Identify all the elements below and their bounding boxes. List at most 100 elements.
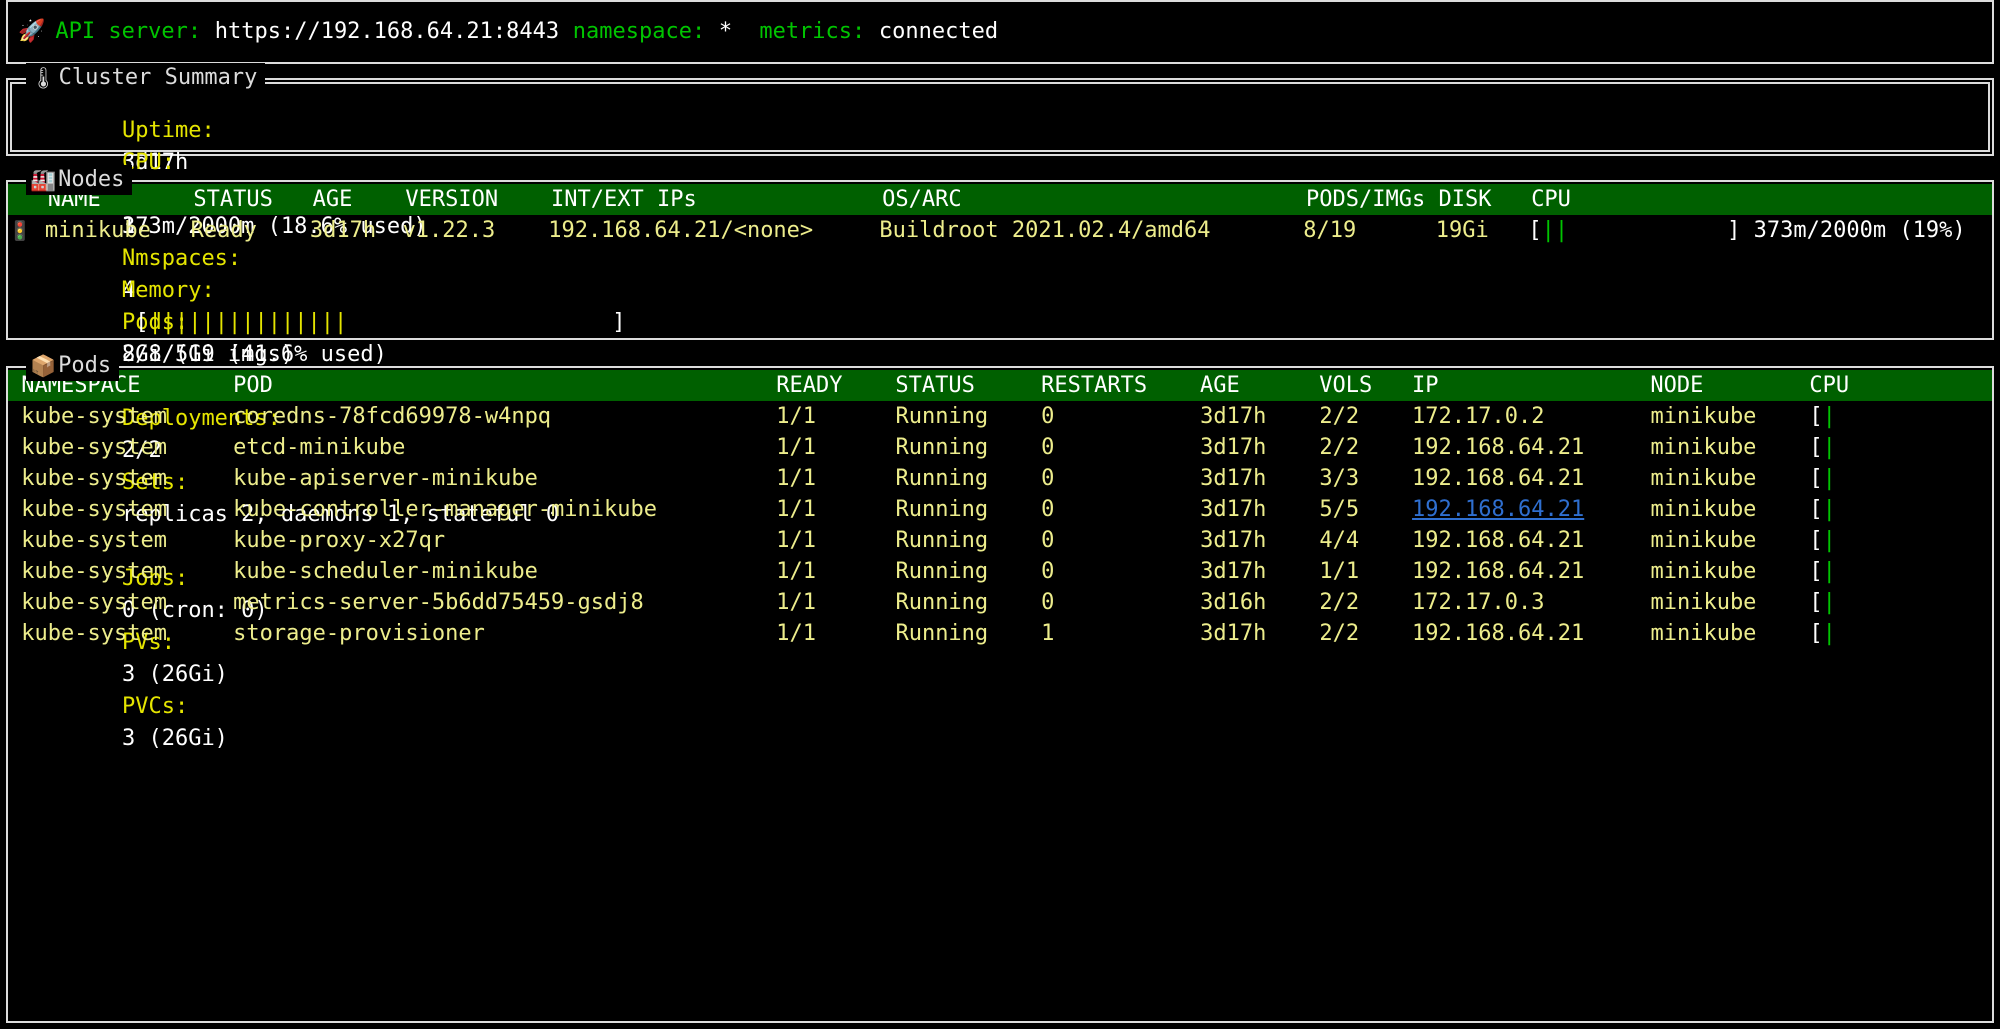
pod-namespace: kube-system	[21, 466, 233, 491]
node-age: 3d17h	[310, 218, 403, 243]
pod-name: kube-proxy-x27qr	[233, 528, 776, 553]
nodes-table-body: 🚦 minikube Ready 3d17h v1.22.3 192.168.6…	[8, 215, 1992, 246]
pod-row[interactable]: kube-system etcd-minikube 1/1 Running 0 …	[8, 432, 1992, 463]
uptime-label: Uptime:	[122, 118, 215, 143]
pod-restarts: 0	[1041, 404, 1200, 429]
pod-row[interactable]: kube-system coredns-78fcd69978-w4npq 1/1…	[8, 401, 1992, 432]
pod-restarts: 0	[1041, 528, 1200, 553]
pod-name: kube-controller-manager-minikube	[233, 497, 776, 522]
pod-vols: 2/2	[1319, 404, 1412, 429]
pod-row[interactable]: kube-system kube-proxy-x27qr 1/1 Running…	[8, 525, 1992, 556]
pod-ready: 1/1	[776, 590, 895, 615]
cluster-summary-line-2: CPU: [||||||||| ] 373m/2000m (18.6% used…	[16, 115, 1984, 147]
pod-name: coredns-78fcd69978-w4npq	[233, 404, 776, 429]
pod-name: metrics-server-5b6dd75459-gsdj8	[233, 590, 776, 615]
pod-status: Running	[895, 497, 1041, 522]
status-bar: 🚀 API server: https://192.168.64.21:8443…	[6, 0, 1994, 64]
pod-ip[interactable]: 192.168.64.21	[1412, 621, 1584, 646]
metrics-label: metrics:	[759, 16, 865, 48]
pod-ip[interactable]: 192.168.64.21	[1412, 497, 1584, 522]
pod-ip[interactable]: 192.168.64.21	[1412, 559, 1584, 584]
pod-namespace: kube-system	[21, 435, 233, 460]
pod-cpu-gauge: [| ] 4m 0.2%	[1809, 404, 1992, 429]
node-row[interactable]: 🚦 minikube Ready 3d17h v1.22.3 192.168.6…	[8, 215, 1992, 246]
node-ips: 192.168.64.21/<none>	[548, 218, 879, 243]
pod-cpu-gauge: [| ] 14m 0.7%	[1809, 590, 1992, 615]
pod-namespace: kube-system	[21, 497, 233, 522]
pod-cpu-gauge: [| ] 9m 0.4%	[1809, 559, 1992, 584]
cluster-summary-body: Uptime: 3d17h Nodes: 1 Nmspaces: 4 Pods:…	[8, 80, 1992, 147]
pod-age: 3d16h	[1200, 590, 1319, 615]
pod-vols: 1/1	[1319, 559, 1412, 584]
pod-status: Running	[895, 559, 1041, 584]
pod-namespace: kube-system	[21, 559, 233, 584]
pod-status: Running	[895, 404, 1041, 429]
pod-vols: 4/4	[1319, 528, 1412, 553]
pod-ip[interactable]: 172.17.0.2	[1412, 404, 1544, 429]
pod-cpu-gauge: [| ] 40m 2.0%	[1809, 435, 1992, 460]
api-server-value[interactable]: https://192.168.64.21:8443	[215, 16, 559, 48]
pod-status: Running	[895, 621, 1041, 646]
pods-panel: 📦 Pods NAMESPACE POD READY STATUS RESTAR…	[6, 366, 1994, 1023]
pod-name: kube-scheduler-minikube	[233, 559, 776, 584]
pods-title-text: Pods	[58, 351, 111, 381]
node-status: Ready	[191, 218, 310, 243]
pod-row[interactable]: kube-system kube-scheduler-minikube 1/1 …	[8, 556, 1992, 587]
pod-name: etcd-minikube	[233, 435, 776, 460]
pod-ready: 1/1	[776, 497, 895, 522]
namespace-value[interactable]: *	[719, 16, 732, 48]
pod-ready: 1/1	[776, 621, 895, 646]
pod-row[interactable]: kube-system kube-controller-manager-mini…	[8, 494, 1992, 525]
pod-ready: 1/1	[776, 559, 895, 584]
node-pods-imgs: 8/19	[1303, 218, 1435, 243]
pod-restarts: 0	[1041, 590, 1200, 615]
pod-restarts: 0	[1041, 466, 1200, 491]
nodes-table-header: NAME STATUS AGE VERSION INT/EXT IPs OS/A…	[8, 184, 1992, 215]
pod-restarts: 1	[1041, 621, 1200, 646]
pod-row[interactable]: kube-system storage-provisioner 1/1 Runn…	[8, 618, 1992, 649]
pod-age: 3d17h	[1200, 435, 1319, 460]
pod-vols: 2/2	[1319, 590, 1412, 615]
pod-node: minikube	[1650, 466, 1809, 491]
pod-row[interactable]: kube-system metrics-server-5b6dd75459-gs…	[8, 587, 1992, 618]
pod-node: minikube	[1650, 559, 1809, 584]
pod-status: Running	[895, 435, 1041, 460]
nodes-title: 🏭 Nodes	[26, 165, 132, 195]
api-server-label: API server:	[55, 16, 201, 48]
pod-node: minikube	[1650, 528, 1809, 553]
pod-restarts: 0	[1041, 497, 1200, 522]
pod-age: 3d17h	[1200, 528, 1319, 553]
pods-table-body: kube-system coredns-78fcd69978-w4npq 1/1…	[8, 401, 1992, 649]
pod-ip[interactable]: 192.168.64.21	[1412, 528, 1584, 553]
pod-row[interactable]: kube-system kube-apiserver-minikube 1/1 …	[8, 463, 1992, 494]
pod-node: minikube	[1650, 497, 1809, 522]
pod-cpu-gauge: [| ] 50m 2.5%	[1809, 497, 1992, 522]
pod-cpu-gauge: [| ] 5m 0.2%	[1809, 621, 1992, 646]
factory-icon: 🏭	[30, 170, 56, 191]
memory-usage-value: 2Gi/5Gi (41.6% used)	[122, 342, 387, 367]
node-cpu-value: 373m/2000m (19%)	[1754, 218, 1992, 243]
pod-ip[interactable]: 192.168.64.21	[1412, 435, 1584, 460]
package-icon: 📦	[30, 356, 56, 377]
pod-vols: 2/2	[1319, 435, 1412, 460]
cluster-summary-panel: 🌡 Cluster Summary Uptime: 3d17h Nodes: 1…	[6, 78, 1994, 156]
pod-restarts: 0	[1041, 435, 1200, 460]
pod-node: minikube	[1650, 621, 1809, 646]
cluster-summary-title: 🌡 Cluster Summary	[26, 63, 265, 93]
pod-namespace: kube-system	[21, 621, 233, 646]
pod-vols: 2/2	[1319, 621, 1412, 646]
node-cpu-gauge: [|| ] 373m/2000m (19%)	[1528, 218, 1992, 243]
pods-table-header: NAMESPACE POD READY STATUS RESTARTS AGE …	[8, 370, 1992, 401]
pod-ready: 1/1	[776, 466, 895, 491]
pod-age: 3d17h	[1200, 404, 1319, 429]
node-name: minikube	[45, 218, 191, 243]
pod-namespace: kube-system	[21, 528, 233, 553]
k9s-terminal-screen: 🚀 API server: https://192.168.64.21:8443…	[0, 0, 2000, 1029]
pod-vols: 5/5	[1319, 497, 1412, 522]
pod-ip[interactable]: 192.168.64.21	[1412, 466, 1584, 491]
metrics-value: connected	[879, 16, 998, 48]
pod-ip[interactable]: 172.17.0.3	[1412, 590, 1544, 615]
pod-age: 3d17h	[1200, 621, 1319, 646]
pod-restarts: 0	[1041, 559, 1200, 584]
pod-status: Running	[895, 590, 1041, 615]
